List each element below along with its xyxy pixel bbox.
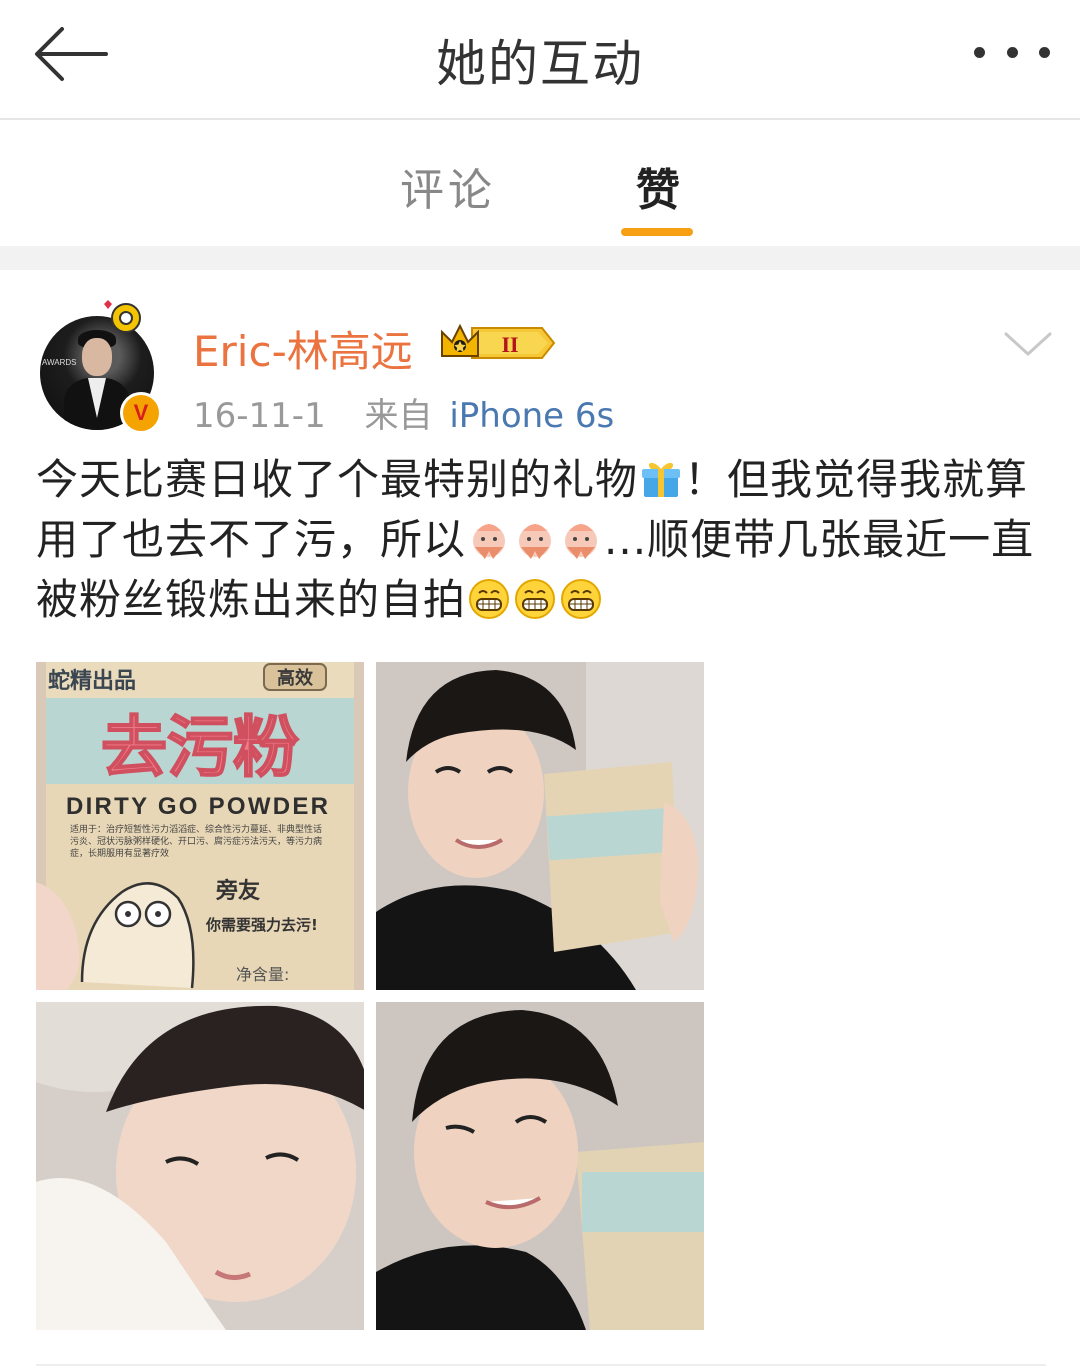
product-mascot-name: 旁友 <box>215 878 260 904</box>
post-date: 16-11-1 <box>193 396 326 436</box>
post-source-device[interactable]: iPhone 6s <box>449 396 614 436</box>
gift-icon <box>642 462 681 497</box>
post-text: 今天比赛日收了个最特别的礼物 ！但我觉得我就算用了也去不了污，所以 ...顺便带… <box>36 450 1046 630</box>
fan-face-emoji-icon <box>473 524 506 559</box>
fan-face-emoji-icon <box>519 524 552 559</box>
product-weight: 净含量: <box>236 965 289 984</box>
product-brand: 蛇精出品 <box>48 668 136 694</box>
dot <box>974 46 985 58</box>
product-slogan: 你需要强力去污! <box>205 916 318 934</box>
interaction-tabs: 评论 赞 <box>0 120 1080 246</box>
product-name-cn: 去污粉 <box>101 709 299 786</box>
grin-emoji-icon <box>515 579 556 619</box>
page-title: 她的互动 <box>436 35 644 93</box>
product-badge: 高效 <box>277 667 314 689</box>
top-navigation-bar: 她的互动 <box>0 0 1080 120</box>
avatar-background-text: AWARDS <box>42 358 77 367</box>
product-description: 适用于：治疗短暂性污力滔滔症、综合性污力蔓延、非典型性话污炎、冠状污脉粥样硬化、… <box>70 825 323 859</box>
chevron-down-icon[interactable] <box>1002 326 1054 362</box>
post-source-prefix: 来自 <box>364 396 433 436</box>
post-meta: 16-11-1 来自 iPhone 6s <box>193 388 614 437</box>
post-image-selfie-winking[interactable] <box>376 1002 704 1330</box>
vip-crown-badge-icon[interactable]: II <box>438 322 556 364</box>
post-card: AWARDS V Eric-林高远 II 16-11-1 来自 iPhone 6… <box>0 270 1080 1368</box>
avatar-face <box>82 338 112 376</box>
grin-emoji-icon <box>469 579 510 619</box>
tab-likes[interactable]: 赞 <box>636 154 684 218</box>
section-divider <box>0 246 1080 270</box>
fan-face-emoji-icon <box>565 524 598 559</box>
post-text-part1: 今天比赛日收了个最特别的礼物 <box>36 455 639 504</box>
post-image-selfie-holding-package[interactable] <box>376 662 704 990</box>
avatar-pendant-icon <box>104 300 141 333</box>
svg-text:II: II <box>501 332 518 357</box>
author-name[interactable]: Eric-林高远 <box>193 318 413 379</box>
post-bottom-divider <box>36 1364 1046 1366</box>
post-image-selfie-on-pillow[interactable] <box>36 1002 364 1330</box>
verified-badge-icon: V <box>120 392 162 434</box>
dot <box>1039 46 1050 58</box>
post-image-product[interactable]: 蛇精出品 高效 去污粉 DIRTY GO POWDER 适用于：治疗短暂性污力滔… <box>36 662 364 990</box>
tab-comments[interactable]: 评论 <box>400 154 496 218</box>
more-options-icon[interactable] <box>974 30 1050 74</box>
product-name-en: DIRTY GO POWDER <box>66 793 328 820</box>
dot <box>1006 46 1018 58</box>
active-tab-indicator <box>621 228 693 236</box>
grin-emoji-icon <box>561 579 602 619</box>
